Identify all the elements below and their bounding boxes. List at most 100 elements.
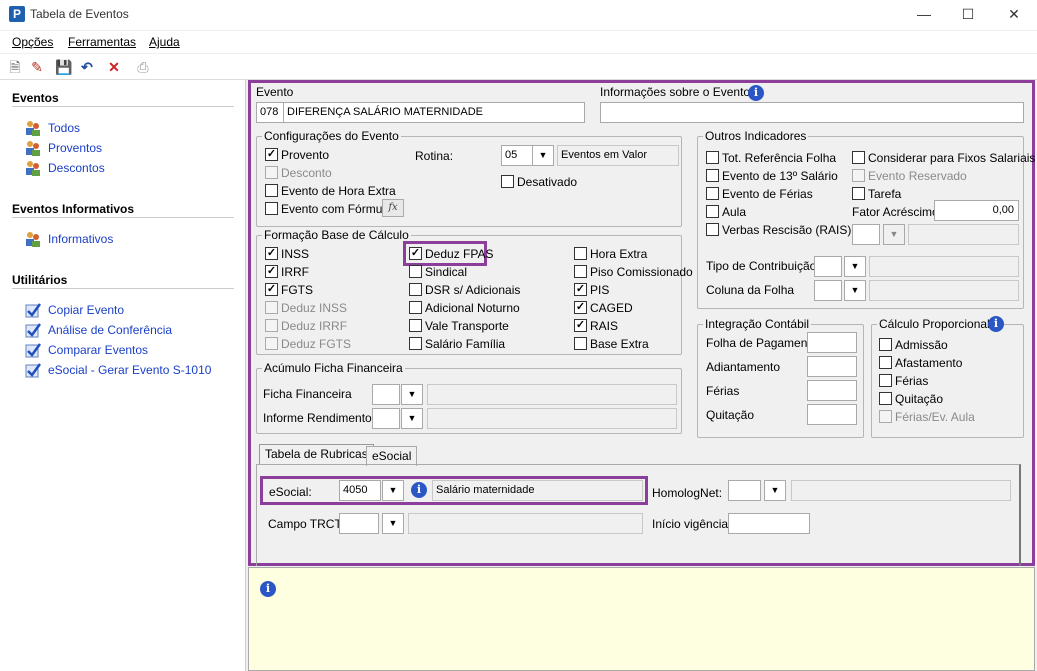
tab-esocial[interactable]: eSocial [366, 446, 418, 466]
esocial-dropdown-button[interactable]: ▼ [382, 480, 404, 501]
formula-button[interactable]: fx [382, 199, 404, 217]
info-icon[interactable]: i [411, 482, 427, 498]
adiantamento-field[interactable] [807, 356, 857, 377]
sidebar-item-comparar-eventos[interactable]: Comparar Eventos [48, 343, 148, 357]
new-icon[interactable]: 🗎 [5, 57, 25, 77]
inss-checkbox[interactable]: ✓ [265, 247, 278, 260]
menu-ferramentas[interactable]: Ferramentas [68, 35, 136, 49]
informe-dropdown-button[interactable]: ▼ [401, 408, 423, 429]
sidebar-item-informativos[interactable]: Informativos [48, 232, 113, 246]
rais-checkbox[interactable]: ✓ [574, 319, 587, 332]
info-icon[interactable]: i [988, 316, 1004, 332]
hora-extra-base-checkbox[interactable] [574, 247, 587, 260]
ferias-evento-checkbox[interactable] [706, 187, 719, 200]
event-form-panel: Evento 078 DIFERENÇA SALÁRIO MATERNIDADE… [248, 80, 1035, 566]
deduz-inss-checkbox[interactable] [265, 301, 278, 314]
verbas-label: Verbas Rescisão (RAIS) [722, 223, 852, 237]
pis-checkbox[interactable]: ✓ [574, 283, 587, 296]
homolognet-label: HomologNet: [652, 486, 723, 500]
irrf-checkbox[interactable]: ✓ [265, 265, 278, 278]
app-icon: P [9, 6, 25, 22]
fgts-label: FGTS [281, 283, 313, 297]
homolognet-dropdown-button[interactable]: ▼ [764, 480, 786, 501]
tab-tabela-rubricas[interactable]: Tabela de Rubricas [259, 444, 374, 465]
verbas-description [908, 224, 1019, 245]
desconto-checkbox[interactable] [265, 166, 278, 179]
sidebar-item-descontos[interactable]: Descontos [48, 161, 105, 175]
tot-ref-checkbox[interactable] [706, 151, 719, 164]
provento-checkbox[interactable]: ✓ [265, 148, 278, 161]
piso-comissionado-checkbox[interactable] [574, 265, 587, 278]
caged-checkbox[interactable]: ✓ [574, 301, 587, 314]
verbas-select[interactable] [852, 224, 880, 245]
sidebar-item-copiar-evento[interactable]: Copiar Evento [48, 303, 124, 317]
desativado-checkbox[interactable] [501, 175, 514, 188]
vale-transporte-checkbox[interactable] [409, 319, 422, 332]
minimize-button[interactable]: — [910, 4, 938, 24]
deduz-irrf-checkbox[interactable] [265, 319, 278, 332]
fgts-checkbox[interactable]: ✓ [265, 283, 278, 296]
admissao-checkbox[interactable] [879, 338, 892, 351]
edit-icon[interactable]: ✎ [27, 57, 47, 77]
sindical-checkbox[interactable] [409, 265, 422, 278]
fator-field[interactable]: 0,00 [934, 200, 1019, 221]
decimo-checkbox[interactable] [706, 169, 719, 182]
coluna-folha-select[interactable] [814, 280, 842, 301]
evento-description-field[interactable]: DIFERENÇA SALÁRIO MATERNIDADE [283, 102, 585, 123]
formula-checkbox[interactable] [265, 202, 278, 215]
divider [12, 288, 234, 289]
menu-opcoes[interactable]: Opções [12, 35, 53, 49]
reservado-checkbox[interactable] [852, 169, 865, 182]
maximize-button[interactable]: ☐ [954, 4, 982, 24]
undo-icon[interactable]: ↶ [77, 57, 97, 77]
rotina-dropdown-button[interactable]: ▼ [532, 145, 554, 166]
afastamento-label: Afastamento [895, 356, 963, 370]
dsr-checkbox[interactable] [409, 283, 422, 296]
hora-extra-checkbox[interactable] [265, 184, 278, 197]
adicional-noturno-checkbox[interactable] [409, 301, 422, 314]
close-button[interactable]: ✕ [1000, 4, 1028, 24]
divider [12, 106, 234, 107]
tipo-contrib-select[interactable] [814, 256, 842, 277]
ferias-contabil-field[interactable] [807, 380, 857, 401]
sidebar-item-todos[interactable]: Todos [48, 121, 80, 135]
sidebar-item-analise-conferencia[interactable]: Análise de Conferência [48, 323, 172, 337]
deduz-fpas-label: Deduz FPAS [425, 247, 494, 261]
sidebar-item-esocial-s1010[interactable]: eSocial - Gerar Evento S-1010 [48, 363, 211, 377]
esocial-code-field[interactable]: 4050 [339, 480, 381, 501]
base-extra-checkbox[interactable] [574, 337, 587, 350]
tarefa-checkbox[interactable] [852, 187, 865, 200]
afastamento-checkbox[interactable] [879, 356, 892, 369]
rotina-select[interactable]: 05 [501, 145, 534, 166]
coluna-folha-dropdown-button[interactable]: ▼ [844, 280, 866, 301]
ficha-select[interactable] [372, 384, 400, 405]
print-icon[interactable]: ⎙ [133, 57, 153, 77]
deduz-fpas-checkbox[interactable]: ✓ [409, 247, 422, 260]
campo-trct-dropdown-button[interactable]: ▼ [382, 513, 404, 534]
delete-icon[interactable]: ✕ [104, 57, 124, 77]
deduz-fgts-checkbox[interactable] [265, 337, 278, 350]
inicio-vigencia-field[interactable] [728, 513, 810, 534]
evento-code-field[interactable]: 078 [256, 102, 284, 123]
info-evento-field[interactable] [600, 102, 1024, 123]
verbas-dropdown-button[interactable]: ▼ [883, 224, 905, 245]
folha-pagamento-field[interactable] [807, 332, 857, 353]
quitacao-contabil-field[interactable] [807, 404, 857, 425]
ferias-proporcional-checkbox[interactable] [879, 374, 892, 387]
aula-checkbox[interactable] [706, 205, 719, 218]
info-icon[interactable]: i [748, 85, 764, 101]
ferias-ev-aula-checkbox[interactable] [879, 410, 892, 423]
outros-title: Outros Indicadores [703, 129, 809, 143]
campo-trct-select[interactable] [339, 513, 379, 534]
quitacao-proporcional-checkbox[interactable] [879, 392, 892, 405]
informe-select[interactable] [372, 408, 400, 429]
ficha-dropdown-button[interactable]: ▼ [401, 384, 423, 405]
save-icon[interactable]: 💾 [54, 57, 74, 77]
verbas-checkbox[interactable] [706, 223, 719, 236]
sidebar-item-proventos[interactable]: Proventos [48, 141, 102, 155]
considerar-checkbox[interactable] [852, 151, 865, 164]
menu-ajuda[interactable]: Ajuda [149, 35, 180, 49]
tipo-contrib-dropdown-button[interactable]: ▼ [844, 256, 866, 277]
homolognet-select[interactable] [728, 480, 761, 501]
salario-familia-checkbox[interactable] [409, 337, 422, 350]
